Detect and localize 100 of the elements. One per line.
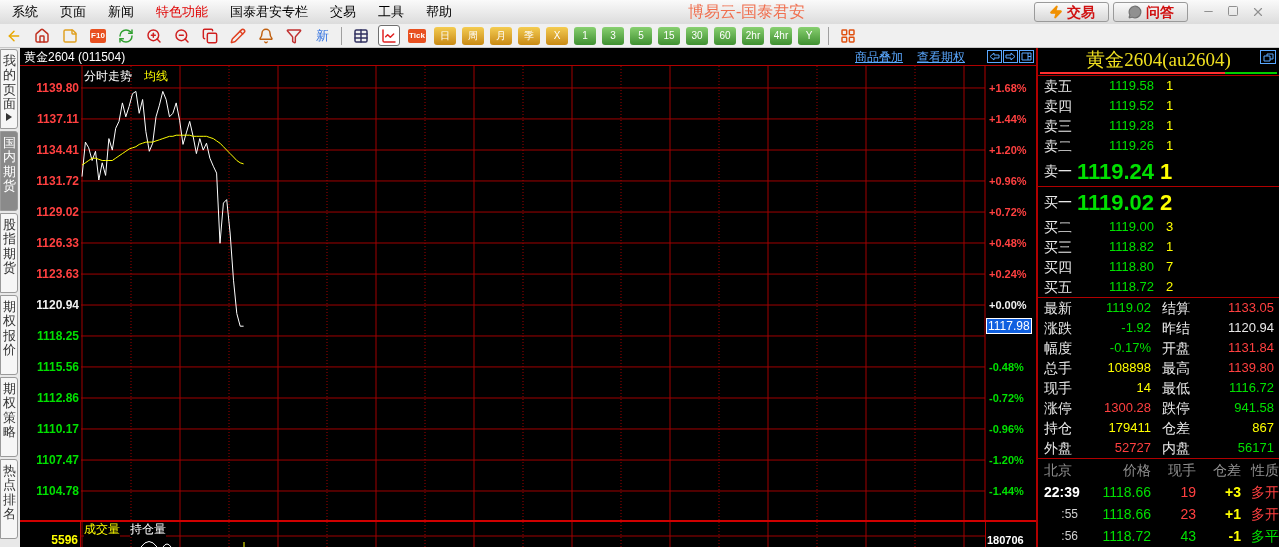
trade-time: :55 [1060,506,1078,523]
column-header: 现手 [1167,460,1196,480]
chart-link[interactable]: 商品叠加 [855,47,903,66]
stat-label: 持仓 [1043,418,1073,438]
percent-tick-label: -0.48% [989,361,1024,373]
close-icon[interactable] [1251,5,1265,19]
legend-label: 分时走势 [84,69,132,83]
right-arrow-icon[interactable] [1003,50,1018,63]
stat-value: 1131.84 [1226,339,1274,358]
menu-item[interactable]: 帮助 [426,2,452,22]
side-tab[interactable]: 期权报价 [0,295,18,375]
arrow-icon [6,113,12,122]
stat-label: 最新 [1043,298,1073,318]
stat-value: 56171 [1236,439,1274,458]
menu-item[interactable]: 系统 [12,2,38,22]
stat-label: 开盘 [1161,338,1191,358]
order-volume: 7 [1165,258,1174,277]
period-button[interactable]: Y [798,26,820,45]
panel-icon[interactable] [1019,50,1034,63]
stat-value: 1139.80 [1226,359,1274,378]
period-button[interactable]: 3 [602,26,624,45]
quote-title: 黄金2604(au2604) [1086,47,1231,72]
last-price-badge: 1117.98 [986,318,1032,335]
trade-change: +3 [1224,482,1241,502]
stat-value: 1300.28 [1103,399,1151,418]
period-button[interactable]: 30 [686,26,708,45]
period-button[interactable]: 60 [714,26,736,45]
order-volume: 1 [1165,77,1174,96]
line-chart-icon [381,27,397,44]
order-level-label: 卖二 [1043,136,1073,156]
order-price: 1119.28 [1107,117,1154,136]
y-tick-label: 1107.47 [36,453,79,468]
menu-item[interactable]: 页面 [60,2,86,22]
contract-title: 黄金2604 (011504) [24,48,126,66]
period-button[interactable]: 4hr [770,26,792,45]
period-button[interactable]: 日 [434,26,456,45]
percent-tick-label: -1.20% [989,453,1024,466]
y-tick-label: 1134.41 [36,143,79,157]
y-tick-label: 1118.25 [36,329,79,343]
side-tab[interactable]: 期权策略 [0,377,18,457]
order-volume: 2 [1165,278,1174,297]
percent-tick-label: +0.96% [989,175,1027,188]
indicator-tab[interactable]: 成交量 [84,522,120,537]
trade-volume: 43 [1179,526,1196,546]
order-level-label: 买四 [1043,257,1073,277]
order-price: 1119.26 [1107,137,1154,156]
percent-tick-label: +0.48% [989,237,1027,250]
qa-button[interactable]: 问答 [1113,2,1188,22]
side-tab[interactable]: 我的页面 [0,49,18,129]
new-button[interactable]: 新 [311,25,333,46]
stat-value: 14 [1135,379,1151,398]
stat-label: 仓差 [1161,418,1191,438]
period-button[interactable]: 5 [630,26,652,45]
indicator-tab[interactable]: 持仓量 [130,522,166,537]
restore-icon[interactable] [1260,50,1276,64]
toolbar-button[interactable] [378,25,400,46]
percent-tick-label: +1.44% [989,113,1027,126]
period-button[interactable]: 15 [658,26,680,45]
table-icon [353,27,369,44]
stat-label: 现手 [1043,378,1073,398]
trade-time: 22:39 [1043,482,1081,502]
order-price: 1118.80 [1107,258,1154,277]
y-tick-label: 1115.56 [36,359,79,374]
menu-item[interactable]: 工具 [378,2,404,22]
percent-tick-label: -1.44% [989,484,1024,497]
chat-bubble-icon [1127,5,1142,19]
side-tab[interactable]: 国内期货 [0,131,18,211]
order-level-label: 卖四 [1043,96,1073,116]
stat-value: 941.58 [1233,399,1274,418]
order-volume: 1 [1165,117,1174,136]
maximize-icon[interactable] [1227,5,1239,17]
trade-volume: 23 [1179,504,1196,524]
stat-label: 涨停 [1043,398,1073,418]
percent-tick-label: -0.72% [989,391,1024,404]
chart-link[interactable]: 查看期权 [917,47,965,66]
y-tick-label: 1137.11 [36,111,79,126]
order-price: 1118.72 [1107,278,1154,297]
y-tick-label: 1104.78 [36,484,79,498]
trade-button[interactable]: 交易 [1034,2,1109,22]
stat-label: 涨跌 [1043,318,1073,338]
left-arrow-icon[interactable] [987,50,1002,63]
menu-item[interactable]: 交易 [330,2,356,22]
period-button[interactable]: 1 [574,26,596,45]
side-tab[interactable]: 股指期货 [0,213,18,293]
order-level-label: 买五 [1043,277,1073,297]
menu-item[interactable]: 特色功能 [156,2,208,22]
order-price: 1119.02 [1075,188,1154,217]
trade-price: 1118.66 [1101,482,1151,502]
side-tab[interactable]: 热点排名 [0,459,18,539]
order-level-label: 买二 [1043,217,1073,237]
trade-time: :56 [1060,528,1078,545]
period-button[interactable]: 2hr [742,26,764,45]
stat-value: 867 [1251,419,1274,438]
stat-value: -1.92 [1120,319,1151,338]
menu-item[interactable]: 国泰君安专栏 [230,2,308,22]
percent-tick-label: +0.72% [989,206,1027,219]
menu-item[interactable]: 新闻 [108,2,134,22]
note-icon [62,27,78,44]
stat-label: 幅度 [1043,338,1073,358]
percent-tick-label: +1.20% [989,144,1027,157]
